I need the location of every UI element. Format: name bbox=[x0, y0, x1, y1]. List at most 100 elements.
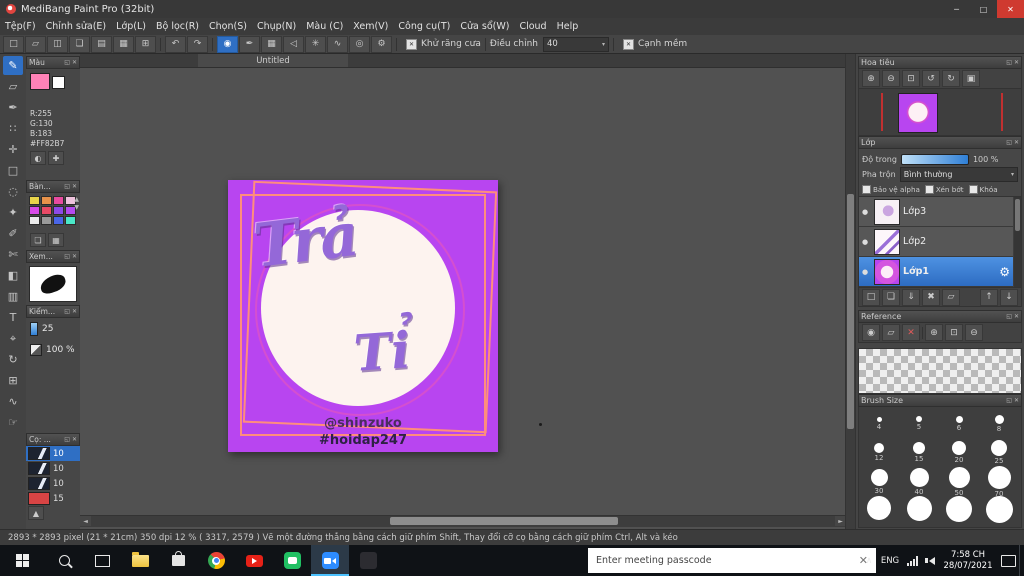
grid-view-button[interactable]: ⊞ bbox=[135, 35, 156, 53]
popout-icon[interactable]: ◱ bbox=[64, 253, 70, 260]
brush-size-option[interactable]: 8 bbox=[979, 409, 1019, 438]
brush-size-value[interactable]: 25 bbox=[42, 324, 53, 334]
layer-row[interactable]: ● Lớp3 bbox=[859, 197, 1013, 227]
layer-folder-button[interactable]: ▱ bbox=[942, 288, 960, 306]
popout-icon[interactable]: ◱ bbox=[1006, 59, 1012, 66]
gradient-tool[interactable]: ▥ bbox=[3, 287, 23, 306]
lasso-tool[interactable]: ◌ bbox=[3, 182, 23, 201]
thumbnail-view-button[interactable]: ▦ bbox=[113, 35, 134, 53]
adjust-dropdown[interactable]: 40 ▾ bbox=[542, 36, 609, 52]
taskbar-chrome[interactable] bbox=[197, 545, 235, 576]
brush-mode-button[interactable]: ◉ bbox=[217, 35, 238, 53]
menu-edit[interactable]: Chỉnh sửa(E) bbox=[41, 18, 112, 35]
network-icon[interactable] bbox=[903, 545, 921, 576]
popout-icon[interactable]: ◱ bbox=[64, 59, 70, 66]
rotate-tool[interactable]: ↻ bbox=[3, 350, 23, 369]
popout-icon[interactable]: ◱ bbox=[64, 436, 70, 443]
task-view-button[interactable] bbox=[83, 545, 121, 576]
nav-zoom-in-button[interactable]: ⊕ bbox=[862, 70, 880, 87]
taskbar-clock[interactable]: 7:58 CH 28/07/2021 bbox=[939, 545, 997, 576]
undo-button[interactable]: ↶ bbox=[165, 35, 186, 53]
popout-icon[interactable]: ◱ bbox=[64, 183, 70, 190]
brush-item[interactable]: 15 bbox=[26, 491, 80, 506]
brush-item[interactable]: 10 bbox=[26, 461, 80, 476]
menu-file[interactable]: Tệp(F) bbox=[0, 18, 41, 35]
close-icon[interactable]: ✕ bbox=[72, 308, 77, 315]
brush-item[interactable]: 10 bbox=[26, 476, 80, 491]
radial-snap-button[interactable]: ✳ bbox=[305, 35, 326, 53]
maximize-button[interactable]: □ bbox=[970, 0, 997, 18]
brush-size-option[interactable] bbox=[979, 496, 1019, 525]
start-button[interactable] bbox=[0, 545, 45, 576]
nav-zoom-reset-button[interactable]: ⊡ bbox=[902, 70, 920, 87]
select-eraser-tool[interactable]: ✄ bbox=[3, 245, 23, 264]
nav-rotate-right-button[interactable]: ↻ bbox=[942, 70, 960, 87]
hand-tool[interactable]: ☞ bbox=[3, 413, 23, 432]
close-icon[interactable]: ✕ bbox=[72, 183, 77, 190]
palette-swatch[interactable] bbox=[41, 206, 52, 215]
taskbar-chat-app[interactable] bbox=[273, 545, 311, 576]
foreground-color-swatch[interactable] bbox=[30, 73, 50, 90]
color-wheel-button[interactable]: ◐ bbox=[30, 151, 46, 165]
grid-tool[interactable]: ⊞ bbox=[3, 371, 23, 390]
taskbar-file-explorer[interactable] bbox=[121, 545, 159, 576]
show-desktop-button[interactable] bbox=[1019, 545, 1024, 576]
palette-swatch[interactable] bbox=[53, 216, 64, 225]
brush-size-option[interactable]: 12 bbox=[859, 438, 899, 467]
curve-snap-button[interactable]: ∿ bbox=[327, 35, 348, 53]
layer-move-up-button[interactable]: ↑ bbox=[980, 288, 998, 306]
protect-alpha-checkbox[interactable]: Bảo vệ alpha bbox=[862, 184, 920, 194]
menu-select[interactable]: Chọn(S) bbox=[204, 18, 252, 35]
palette-swatch[interactable] bbox=[53, 206, 64, 215]
brush-size-option[interactable]: 4 bbox=[859, 409, 899, 438]
menu-cloud[interactable]: Cloud bbox=[514, 18, 551, 35]
brush-size-option[interactable]: 50 bbox=[939, 466, 979, 497]
new-doc-button[interactable]: □ bbox=[3, 35, 24, 53]
reference-toggle-button[interactable]: ◉ bbox=[862, 324, 880, 341]
palette-swatch[interactable] bbox=[41, 196, 52, 205]
brush-size-option[interactable] bbox=[859, 496, 899, 525]
background-color-swatch[interactable] bbox=[52, 76, 65, 89]
dot-tool[interactable]: ∷ bbox=[3, 119, 23, 138]
menu-view[interactable]: Xem(V) bbox=[348, 18, 393, 35]
language-indicator[interactable]: ENG bbox=[877, 545, 903, 576]
brush-tool[interactable]: ✎ bbox=[3, 56, 23, 75]
nav-fit-button[interactable]: ▣ bbox=[962, 70, 980, 87]
palette-swatch[interactable] bbox=[29, 206, 40, 215]
pen-mode-button[interactable]: ✒ bbox=[239, 35, 260, 53]
select-pen-tool[interactable]: ✐ bbox=[3, 224, 23, 243]
popout-icon[interactable]: ◱ bbox=[64, 308, 70, 315]
brush-size-option[interactable]: 5 bbox=[899, 409, 939, 438]
palette-swatch[interactable] bbox=[29, 196, 40, 205]
palette-swatch[interactable] bbox=[65, 216, 76, 225]
layer-list-scroll-thumb[interactable] bbox=[1015, 199, 1020, 231]
close-button[interactable]: ✕ bbox=[997, 0, 1024, 18]
delete-layer-button[interactable]: ✖ bbox=[922, 288, 940, 306]
menu-tools[interactable]: Công cụ(T) bbox=[393, 18, 455, 35]
layer-move-down-button[interactable]: ↓ bbox=[1000, 288, 1018, 306]
taskbar-search-button[interactable] bbox=[45, 545, 83, 576]
minimize-button[interactable]: ─ bbox=[943, 0, 970, 18]
parallel-snap-button[interactable]: ◁ bbox=[283, 35, 304, 53]
copy-button[interactable]: ❏ bbox=[69, 35, 90, 53]
palette-grid-button[interactable]: ▦ bbox=[48, 233, 64, 247]
redo-button[interactable]: ↷ bbox=[187, 35, 208, 53]
brush-item[interactable]: 10 bbox=[26, 446, 80, 461]
bucket-tool[interactable]: ◧ bbox=[3, 266, 23, 285]
nav-zoom-out-button[interactable]: ⊖ bbox=[882, 70, 900, 87]
taskbar-store[interactable] bbox=[159, 545, 197, 576]
document-tab[interactable]: Untitled bbox=[198, 54, 348, 67]
move-tool[interactable]: ✛ bbox=[3, 140, 23, 159]
duplicate-layer-button[interactable]: ❏ bbox=[882, 288, 900, 306]
navigator-thumbnail[interactable] bbox=[898, 93, 938, 133]
taskbar-photos[interactable] bbox=[349, 545, 387, 576]
close-icon[interactable]: ✕ bbox=[1014, 59, 1019, 66]
pen-tool[interactable]: ✒ bbox=[3, 98, 23, 117]
menu-capture[interactable]: Chụp(N) bbox=[252, 18, 301, 35]
save-button[interactable]: ◫ bbox=[47, 35, 68, 53]
menu-color[interactable]: Màu (C) bbox=[301, 18, 348, 35]
vertical-scroll-thumb[interactable] bbox=[847, 194, 854, 429]
layer-visibility-icon[interactable]: ● bbox=[862, 208, 871, 216]
menu-filter[interactable]: Bộ lọc(R) bbox=[151, 18, 204, 35]
scroll-left-icon[interactable]: ◄ bbox=[80, 516, 91, 526]
